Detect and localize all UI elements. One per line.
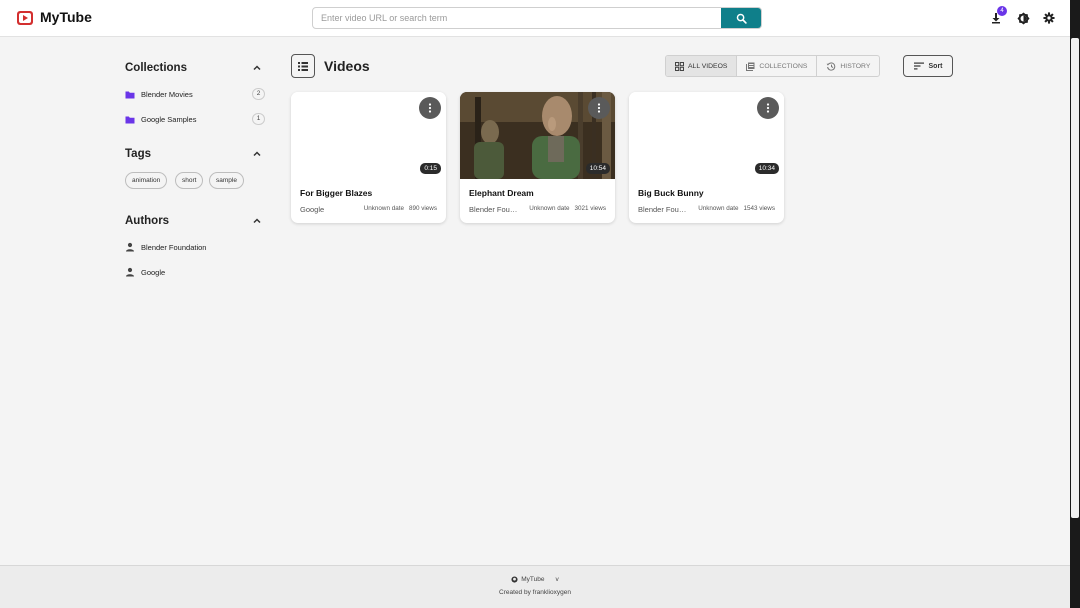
app-title[interactable]: MyTube — [40, 9, 92, 25]
tags-heading: Tags — [125, 148, 151, 160]
collection-count: 2 — [252, 88, 265, 100]
settings-button[interactable] — [1041, 10, 1057, 26]
more-vert-icon — [597, 103, 601, 113]
video-date: Unknown date — [529, 205, 570, 212]
collection-count: 1 — [252, 113, 265, 125]
search-icon — [736, 13, 747, 24]
video-views: 1543 views — [743, 205, 775, 212]
list-icon — [298, 61, 308, 71]
video-title[interactable]: For Bigger Blazes — [300, 188, 372, 198]
collection-item-google-samples[interactable]: Google Samples 1 — [125, 112, 265, 126]
tab-label: HISTORY — [840, 62, 871, 70]
video-date: Unknown date — [698, 205, 739, 212]
download-count-badge: 4 — [997, 6, 1007, 16]
view-mode-tabs: ALL VIDEOS COLLECTIONS HISTORY — [665, 55, 881, 77]
duration-badge: 10:34 — [754, 163, 779, 174]
video-date: Unknown date — [363, 205, 404, 212]
video-views: 3021 views — [574, 205, 606, 212]
app-header: MyTube 4 — [0, 0, 1070, 37]
footer-app-link[interactable]: MyTube — [521, 576, 544, 583]
chevron-up-icon[interactable] — [252, 63, 262, 73]
collection-item-blender-movies[interactable]: Blender Movies 2 — [125, 87, 265, 101]
search-input[interactable] — [313, 8, 723, 28]
mytube-logo-icon[interactable] — [16, 9, 34, 27]
footer: MyTube v Created by franklioxygen — [0, 565, 1070, 608]
chevron-up-icon[interactable] — [252, 216, 262, 226]
collections-heading: Collections — [125, 62, 187, 74]
author-item-google[interactable]: Google — [125, 265, 265, 279]
person-icon — [126, 267, 134, 277]
tab-collections[interactable]: COLLECTIONS — [737, 56, 818, 76]
tab-label: COLLECTIONS — [759, 62, 808, 70]
more-vert-icon — [766, 103, 770, 113]
sidebar-toggle-button[interactable] — [291, 54, 315, 78]
search-button[interactable] — [721, 8, 761, 28]
tab-history[interactable]: HISTORY — [817, 56, 879, 76]
folder-icon — [125, 116, 135, 123]
video-card[interactable]: 10:34 Big Buck Bunny Blender Foundation … — [629, 92, 784, 223]
history-icon — [826, 61, 836, 71]
tab-label: ALL VIDEOS — [688, 62, 728, 70]
sort-label: Sort — [928, 62, 943, 70]
video-title[interactable]: Big Buck Bunny — [638, 188, 704, 198]
collection-label: Google Samples — [141, 114, 197, 124]
tab-all-videos[interactable]: ALL VIDEOS — [666, 56, 738, 76]
folder-icon — [125, 91, 135, 98]
authors-heading: Authors — [125, 215, 170, 227]
library-icon — [746, 62, 755, 71]
video-author[interactable]: Blender Foundation — [638, 205, 690, 214]
scrollbar-thumb[interactable] — [1071, 38, 1079, 518]
duration-badge: 0:15 — [420, 163, 441, 174]
author-item-blender-foundation[interactable]: Blender Foundation — [125, 240, 265, 254]
author-label: Blender Foundation — [141, 242, 207, 252]
settings-icon — [1043, 12, 1055, 24]
author-label: Google — [141, 267, 166, 277]
collection-label: Blender Movies — [141, 89, 193, 99]
more-options-button[interactable] — [757, 97, 779, 119]
page-title: Videos — [324, 58, 370, 74]
video-views: 890 views — [408, 205, 437, 212]
video-card[interactable]: 10:54 Elephant Dream Blender Foundation … — [460, 92, 615, 223]
grid-icon — [675, 61, 684, 71]
video-meta: Unknown date 1543 views — [698, 205, 775, 212]
more-options-button[interactable] — [419, 97, 441, 119]
person-icon — [126, 242, 134, 252]
theme-toggle-button[interactable] — [1015, 10, 1031, 26]
duration-badge: 10:54 — [585, 163, 610, 174]
github-icon[interactable] — [511, 576, 518, 583]
video-meta: Unknown date 3021 views — [529, 205, 606, 212]
theme-toggle-icon — [1016, 11, 1030, 25]
footer-links: MyTube v — [0, 576, 1070, 583]
video-card[interactable]: 0:15 For Bigger Blazes Google Unknown da… — [291, 92, 446, 223]
more-options-button[interactable] — [588, 97, 610, 119]
footer-version: v — [555, 576, 559, 583]
video-meta: Unknown date 890 views — [364, 205, 437, 212]
tag-chip-short[interactable]: short — [175, 172, 204, 189]
more-vert-icon — [428, 103, 432, 113]
chevron-up-icon[interactable] — [252, 149, 262, 159]
video-author[interactable]: Google — [300, 205, 352, 214]
tag-chip-animation[interactable]: animation — [125, 172, 168, 189]
video-title[interactable]: Elephant Dream — [469, 188, 534, 198]
video-author[interactable]: Blender Foundation — [469, 205, 521, 214]
sort-button[interactable]: Sort — [903, 55, 953, 77]
sort-icon — [913, 62, 924, 70]
tag-chip-sample[interactable]: sample — [209, 172, 244, 189]
footer-credit: Created by franklioxygen — [499, 589, 571, 596]
search-bar — [312, 7, 762, 29]
